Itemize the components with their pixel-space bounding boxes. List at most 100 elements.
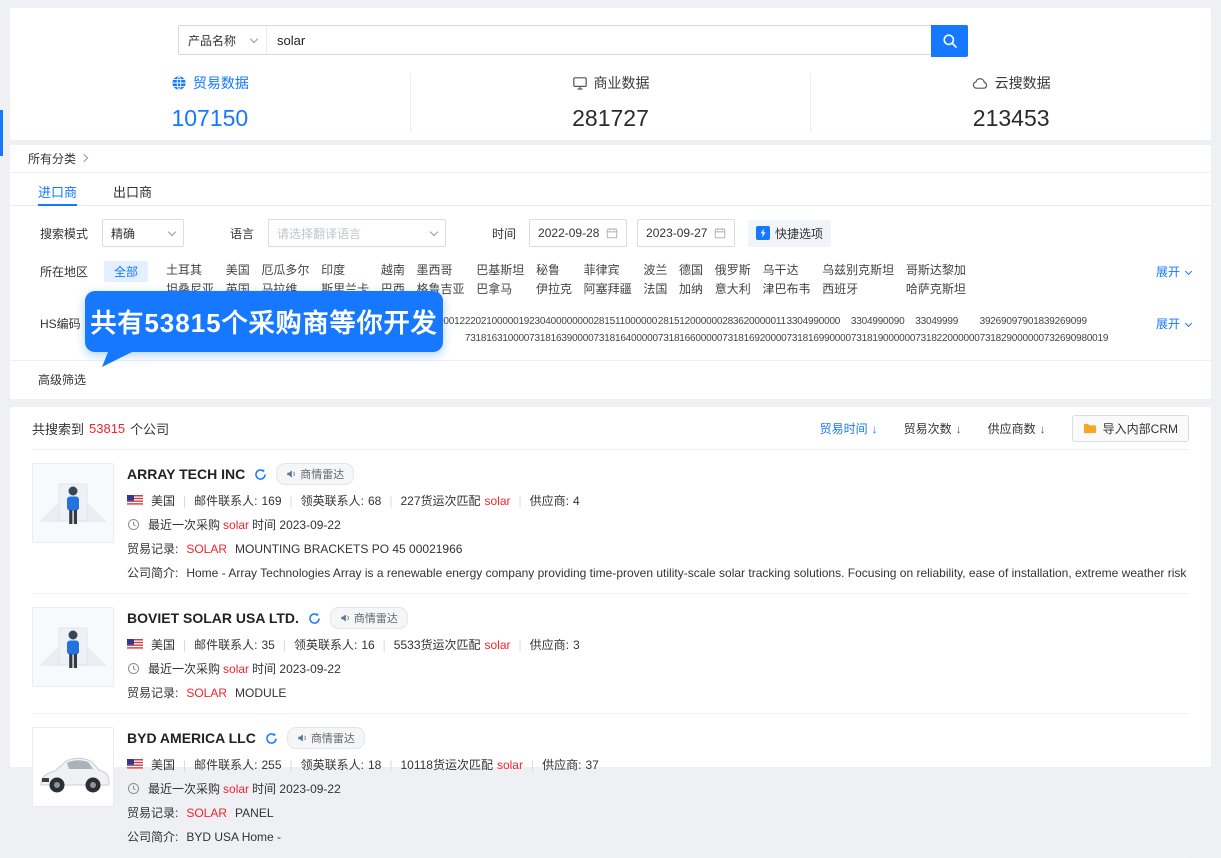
hs-code-option[interactable]: 283620000011 — [722, 313, 786, 330]
company-refresh-icon[interactable] — [254, 468, 267, 481]
company-thumbnail[interactable] — [32, 463, 114, 543]
hs-code-option[interactable]: 731816310000 — [465, 330, 529, 347]
region-option[interactable]: 阿塞拜疆 — [584, 280, 632, 299]
hs-code-option[interactable]: 731829000000 — [980, 330, 1044, 347]
region-option[interactable]: 伊拉克 — [536, 280, 572, 299]
sort-trade-time[interactable]: 贸易时间↓ — [820, 420, 878, 437]
hs-code-option[interactable]: 731816990000 — [787, 330, 851, 347]
breadcrumb[interactable]: 所有分类 — [10, 145, 1211, 173]
region-option[interactable]: 德国 — [679, 261, 703, 280]
region-option[interactable]: 西班牙 — [822, 280, 894, 299]
advanced-filter-link[interactable]: 高级筛选 — [38, 373, 86, 387]
hs-code-option[interactable]: 3304990000 — [787, 313, 851, 330]
region-expand-link[interactable]: 展开 — [1156, 261, 1191, 280]
region-all-pill[interactable]: 全部 — [104, 261, 148, 282]
hs-code-option[interactable]: 281512000000 — [658, 313, 722, 330]
region-option[interactable]: 意大利 — [715, 280, 751, 299]
hs-code-option[interactable]: 731816400000 — [594, 330, 658, 347]
hs-code-option[interactable]: 3304990090 — [851, 313, 915, 330]
hs-code-option[interactable]: 731816600000 — [658, 330, 722, 347]
calendar-icon — [714, 227, 726, 239]
company-intro-line: 公司简介: Home - Array Technologies Array is… — [127, 564, 1189, 581]
radar-tag[interactable]: 商情雷达 — [287, 727, 365, 749]
quick-options-icon — [756, 226, 770, 240]
import-crm-button[interactable]: 导入内部CRM — [1072, 415, 1189, 442]
date-to-input[interactable]: 2023-09-27 — [637, 219, 735, 247]
megaphone-icon — [340, 613, 350, 623]
region-option[interactable]: 巴拿马 — [476, 280, 524, 299]
region-option[interactable]: 法国 — [643, 280, 667, 299]
tab-cloud-search-data[interactable]: 云搜数据 213453 — [810, 73, 1211, 132]
summary-prefix: 共搜索到 — [32, 419, 84, 438]
date-from-input[interactable]: 2022-09-28 — [529, 219, 627, 247]
region-option[interactable]: 哈萨克斯坦 — [906, 280, 966, 299]
language-select[interactable]: 请选择翻译语言 — [268, 219, 446, 247]
hs-code-option[interactable]: 731819000000 — [851, 330, 915, 347]
company-stats-line: 美国 | 邮件联系人:169 | 领英联系人:68 | 227货运次匹配sola… — [127, 492, 1189, 509]
summary-suffix: 个公司 — [130, 419, 169, 438]
region-option[interactable]: 越南 — [381, 261, 405, 280]
hs-code-option[interactable]: 392690979018 — [980, 313, 1044, 330]
region-option[interactable]: 印度 — [321, 261, 369, 280]
company-card: BOVIET SOLAR USA LTD. 商情雷达 美国 | 邮件联系人:35… — [32, 594, 1189, 714]
region-option[interactable]: 美国 — [226, 261, 250, 280]
company-recent-line: 最近一次采购solar时间 2023-09-22 — [127, 780, 1189, 797]
company-thumbnail[interactable] — [32, 607, 114, 687]
search-category-select[interactable]: 产品名称 — [179, 26, 267, 54]
hs-code-option[interactable]: 33049999 — [915, 313, 979, 330]
region-option[interactable]: 哥斯达黎加 — [906, 261, 966, 280]
tab-importers[interactable]: 进口商 — [38, 173, 77, 205]
hs-code-option[interactable]: 731816390000 — [529, 330, 593, 347]
hs-code-option[interactable]: 39269099 — [1044, 313, 1108, 330]
company-refresh-icon[interactable] — [308, 612, 321, 625]
region-option[interactable]: 津巴布韦 — [762, 280, 810, 299]
company-card: BYD AMERICA LLC 商情雷达 美国 | 邮件联系人:255 | 领英… — [32, 714, 1189, 858]
region-option[interactable]: 厄瓜多尔 — [261, 261, 309, 280]
region-option[interactable]: 墨西哥 — [417, 261, 465, 280]
search-input[interactable] — [267, 26, 932, 54]
chevron-down-icon — [168, 228, 176, 236]
filter-row-mode: 搜索模式 精确 语言 请选择翻译语言 时间 2022-09-28 2023-09… — [30, 219, 1191, 247]
company-country: 美国 — [151, 756, 175, 773]
company-name[interactable]: BYD AMERICA LLC — [127, 730, 256, 746]
search-mode-select[interactable]: 精确 — [102, 219, 184, 247]
globe-icon — [171, 75, 187, 91]
sort-trade-count[interactable]: 贸易次数↓ — [904, 420, 962, 437]
region-option[interactable]: 波兰 — [643, 261, 667, 280]
hs-code-option[interactable]: 220210000019 — [465, 313, 529, 330]
hs-code-option[interactable]: 731816920000 — [722, 330, 786, 347]
region-option[interactable]: 俄罗斯 — [715, 261, 751, 280]
results-header: 共搜索到 53815 个公司 贸易时间↓ 贸易次数↓ 供应商数↓ 导入内部CRM — [32, 407, 1189, 450]
tab-business-data[interactable]: 商业数据 281727 — [410, 73, 811, 132]
company-name[interactable]: BOVIET SOLAR USA LTD. — [127, 610, 299, 626]
company-name[interactable]: ARRAY TECH INC — [127, 466, 245, 482]
company-thumbnail[interactable] — [32, 727, 114, 807]
hs-code-option[interactable]: 281511000000 — [594, 313, 658, 330]
region-option[interactable]: 菲律宾 — [584, 261, 632, 280]
search-mode-label: 搜索模式 — [40, 225, 88, 242]
sort-supplier-count[interactable]: 供应商数↓ — [988, 420, 1046, 437]
megaphone-icon — [286, 469, 296, 479]
company-country: 美国 — [151, 492, 175, 509]
hs-code-option[interactable]: 230400000000 — [529, 313, 593, 330]
region-option[interactable]: 乌干达 — [762, 261, 810, 280]
search-button[interactable] — [931, 25, 968, 57]
hs-code-option[interactable]: 731822000000 — [915, 330, 979, 347]
us-flag-icon — [127, 639, 143, 650]
chevron-right-icon — [80, 153, 88, 161]
region-option[interactable]: 秘鲁 — [536, 261, 572, 280]
region-option[interactable]: 加纳 — [679, 280, 703, 299]
quick-options-button[interactable]: 快捷选项 — [748, 220, 831, 247]
region-option[interactable]: 巴基斯坦 — [476, 261, 524, 280]
region-option[interactable]: 乌兹别克斯坦 — [822, 261, 894, 280]
hs-code-option[interactable]: 732690980019 — [1044, 330, 1108, 347]
radar-tag[interactable]: 商情雷达 — [330, 607, 408, 629]
tabs-row: 进口商 出口商 — [10, 173, 1211, 206]
company-refresh-icon[interactable] — [265, 732, 278, 745]
region-option[interactable]: 土耳其 — [166, 261, 214, 280]
tab-exporters[interactable]: 出口商 — [113, 173, 152, 205]
stat-value: 107150 — [10, 105, 410, 132]
tab-trade-data[interactable]: 贸易数据 107150 — [10, 73, 410, 132]
hs-expand-link[interactable]: 展开 — [1156, 313, 1191, 332]
radar-tag[interactable]: 商情雷达 — [276, 463, 354, 485]
